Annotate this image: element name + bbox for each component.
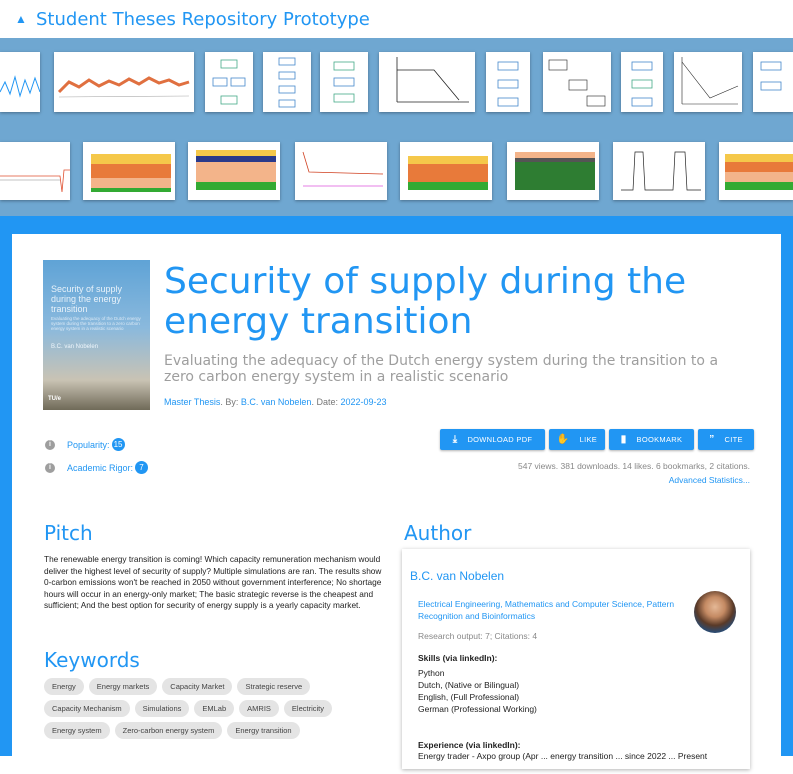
bookmark-icon: ▮ xyxy=(620,434,627,445)
popularity-badge: 15 xyxy=(111,438,125,451)
keyword-chip[interactable]: AMRIS xyxy=(239,700,279,717)
action-buttons: ⤓ DOWNLOAD PDF ✋ LIKE ▮ BOOKMARK ” CITE xyxy=(440,429,758,450)
by-label: . By: xyxy=(220,397,239,407)
keyword-chip[interactable]: Strategic reserve xyxy=(237,678,311,695)
figure-thumbnail[interactable] xyxy=(205,52,253,112)
author-research-output: Research output: 7; Citations: 4 xyxy=(418,631,538,641)
figure-gallery xyxy=(0,38,793,216)
figure-thumbnail[interactable] xyxy=(54,52,194,112)
thumbs-up-icon: ✋ xyxy=(556,434,570,445)
figure-thumbnail[interactable] xyxy=(613,142,705,200)
quote-icon: ” xyxy=(709,434,715,445)
keyword-chip[interactable]: Energy markets xyxy=(88,678,158,695)
bookmark-label: BOOKMARK xyxy=(636,435,683,444)
thesis-meta: Master Thesis. By: B.C. van Nobelen. Dat… xyxy=(164,397,387,407)
info-icon[interactable]: i xyxy=(45,462,55,473)
popularity-score: i Popularity: 15 xyxy=(45,438,125,451)
thesis-type-link[interactable]: Master Thesis xyxy=(164,397,220,407)
experience-heading: Experience (via linkedIn): xyxy=(418,740,521,750)
figure-thumbnail[interactable] xyxy=(320,52,368,112)
keyword-chip[interactable]: Simulations xyxy=(134,700,190,717)
skill-item: English, (Full Professional) xyxy=(418,692,520,702)
keyword-chip[interactable]: Electricity xyxy=(283,700,333,717)
pitch-text: The renewable energy transition is comin… xyxy=(44,554,382,610)
bookmark-button[interactable]: ▮ BOOKMARK xyxy=(609,429,694,450)
cover-title: Security of supply during the energy tra… xyxy=(51,284,123,314)
cover-subtitle: Evaluating the adequacy of the Dutch ene… xyxy=(51,316,141,331)
author-link[interactable]: B.C. van Nobelen xyxy=(241,397,312,407)
keyword-chip[interactable]: Capacity Market xyxy=(162,678,233,695)
tue-logo: TU/e xyxy=(48,396,62,402)
figure-thumbnail[interactable] xyxy=(507,142,599,200)
rigor-badge: 7 xyxy=(135,461,149,474)
date-link[interactable]: 2022-09-23 xyxy=(340,397,386,407)
cover-author: B.C. van Nobelen xyxy=(51,344,99,350)
keyword-chip[interactable]: Zero-carbon energy system xyxy=(114,722,223,739)
skills-heading: Skills (via linkedIn): xyxy=(418,653,498,663)
figure-thumbnail[interactable] xyxy=(263,52,311,112)
figure-thumbnail[interactable] xyxy=(674,52,742,112)
keywords-heading: Keywords xyxy=(44,648,140,672)
skill-item: German (Professional Working) xyxy=(418,704,537,714)
keyword-chip[interactable]: Energy xyxy=(44,678,84,695)
author-department[interactable]: Electrical Engineering, Mathematics and … xyxy=(418,598,678,622)
figure-thumbnail[interactable] xyxy=(719,142,793,200)
keyword-list: Energy Energy markets Capacity Market St… xyxy=(44,678,394,744)
graduation-cap-icon: ▲ xyxy=(15,12,27,26)
download-pdf-button[interactable]: ⤓ DOWNLOAD PDF xyxy=(440,429,545,450)
keyword-chip[interactable]: EMLab xyxy=(194,700,235,717)
app-title[interactable]: Student Theses Repository Prototype xyxy=(36,9,370,30)
figure-thumbnail[interactable] xyxy=(379,52,475,112)
figure-thumbnail[interactable] xyxy=(621,52,663,112)
download-label: DOWNLOAD PDF xyxy=(467,435,533,444)
figure-thumbnail[interactable] xyxy=(188,142,280,200)
thesis-cover-image[interactable]: Security of supply during the energy tra… xyxy=(43,260,150,410)
advanced-statistics-link[interactable]: Advanced Statistics... xyxy=(669,475,750,485)
figure-thumbnail[interactable] xyxy=(83,142,175,200)
figure-thumbnail[interactable] xyxy=(753,52,793,112)
usage-statistics: 547 views. 381 downloads. 14 likes. 6 bo… xyxy=(518,461,750,471)
rigor-score: i Academic Rigor: 7 xyxy=(45,461,149,474)
pitch-heading: Pitch xyxy=(44,521,93,545)
figure-thumbnail[interactable] xyxy=(0,142,70,200)
figure-thumbnail[interactable] xyxy=(0,52,40,112)
skill-item: Dutch, (Native or Bilingual) xyxy=(418,680,520,690)
top-bar: ▲ Student Theses Repository Prototype xyxy=(0,0,793,38)
popularity-label[interactable]: Popularity: xyxy=(67,440,110,450)
like-button[interactable]: ✋ LIKE xyxy=(549,429,605,450)
keyword-chip[interactable]: Capacity Mechanism xyxy=(44,700,130,717)
info-icon[interactable]: i xyxy=(45,439,55,450)
cite-button[interactable]: ” CITE xyxy=(698,429,754,450)
thesis-title: Security of supply during the energy tra… xyxy=(164,261,687,342)
figure-thumbnail[interactable] xyxy=(400,142,492,200)
like-label: LIKE xyxy=(579,435,598,444)
rigor-label[interactable]: Academic Rigor: xyxy=(67,463,133,473)
cite-label: CITE xyxy=(724,435,743,444)
keyword-chip[interactable]: Energy transition xyxy=(227,722,300,739)
figure-thumbnail[interactable] xyxy=(295,142,387,200)
figure-thumbnail[interactable] xyxy=(543,52,611,112)
download-icon: ⤓ xyxy=(452,434,458,445)
avatar[interactable] xyxy=(694,591,736,633)
skills-list: Python Dutch, (Native or Bilingual) Engl… xyxy=(418,667,537,715)
thesis-subtitle: Evaluating the adequacy of the Dutch ene… xyxy=(164,353,719,385)
experience-text: Energy trader - Axpo group (Apr ... ener… xyxy=(418,751,708,761)
author-name[interactable]: B.C. van Nobelen xyxy=(410,569,504,583)
skill-item: Python xyxy=(418,668,445,678)
keyword-chip[interactable]: Energy system xyxy=(44,722,110,739)
figure-thumbnail[interactable] xyxy=(486,52,530,112)
author-heading: Author xyxy=(404,521,472,545)
date-label: . Date: xyxy=(311,397,338,407)
